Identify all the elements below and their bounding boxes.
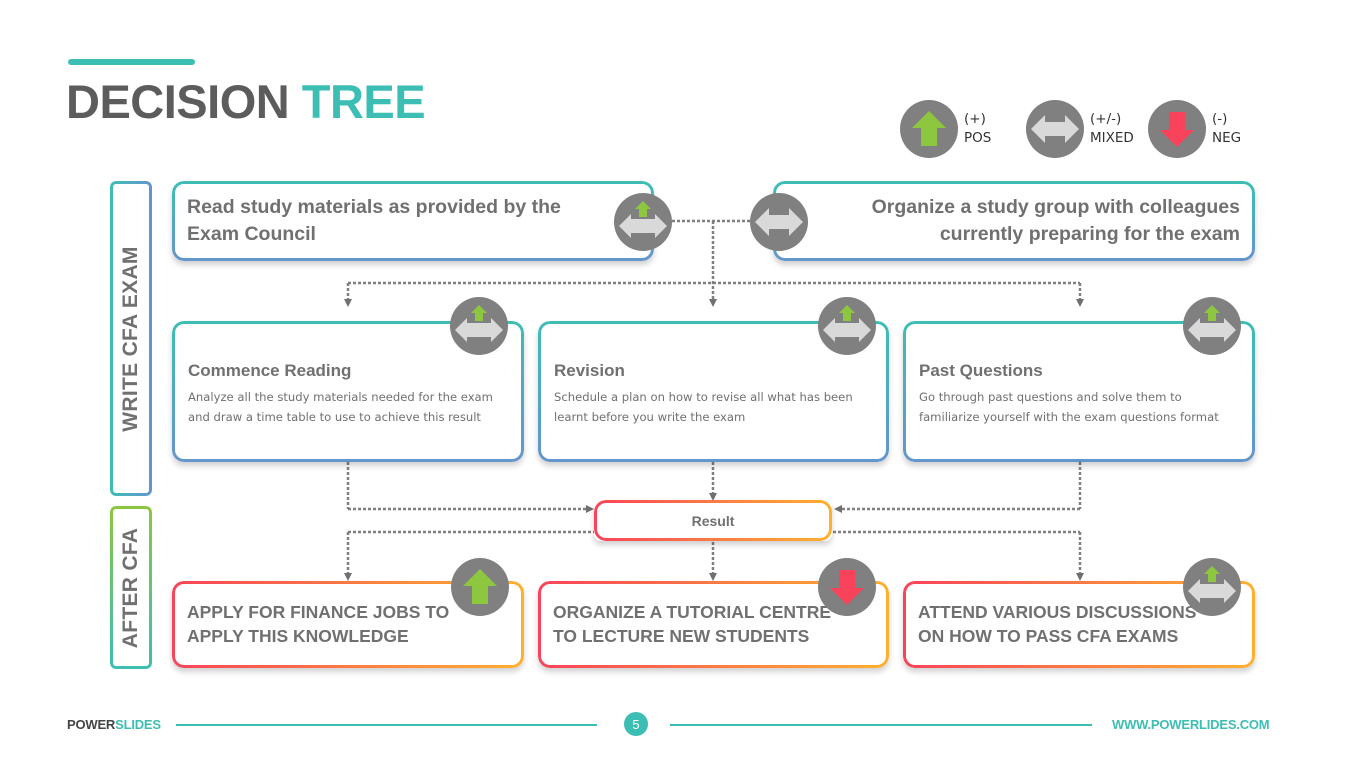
- title-accent-bar: [68, 59, 195, 65]
- legend-label: POS: [964, 130, 992, 146]
- brand-part-1: POWER: [67, 717, 116, 732]
- legend-label: MIXED: [1090, 130, 1134, 146]
- outcome-text-line: APPLY THIS KNOWLEDGE: [187, 626, 409, 646]
- step-title: Revision: [554, 361, 625, 380]
- footer-divider-right: [670, 724, 1092, 726]
- legend-item-mixed: (+/-) MIXED: [1026, 100, 1148, 158]
- arrow-up-icon: [900, 100, 958, 158]
- footer-url-link[interactable]: WWW.POWERLIDES.COM: [1112, 717, 1270, 732]
- section-label-write-cfa-exam: WRITE CFA EXAM: [110, 181, 152, 496]
- step-title: Past Questions: [919, 361, 1043, 380]
- step-description: Go through past questions and solve them…: [919, 390, 1219, 424]
- mixed-positive-rating-icon: [1183, 558, 1241, 616]
- brand-part-2: SLIDES: [115, 717, 161, 732]
- mixed-positive-rating-icon: [450, 297, 508, 355]
- option-text-line: Exam Council: [187, 223, 316, 245]
- positive-rating-icon: [451, 558, 509, 616]
- option-text-line: currently preparing for the exam: [939, 223, 1240, 245]
- mixed-rating-icon: [750, 193, 808, 251]
- title-part-1: DECISION: [66, 75, 290, 128]
- section-label-after-cfa: AFTER CFA: [110, 506, 152, 669]
- top-option-read-materials[interactable]: Read study materials as provided by the …: [172, 181, 654, 261]
- negative-rating-icon: [818, 558, 876, 616]
- page-number: 5: [624, 712, 648, 736]
- footer-divider-left: [176, 724, 597, 726]
- section-label-text: AFTER CFA: [119, 527, 142, 648]
- step-description: Schedule a plan on how to revise all wha…: [554, 390, 853, 424]
- outcome-text-line: ATTEND VARIOUS DISCUSSIONS: [918, 602, 1197, 622]
- option-text-line: Read study materials as provided by the: [187, 196, 561, 218]
- arrow-left-right-icon: [1026, 100, 1084, 158]
- legend-item-positive: (+) POS: [900, 100, 1022, 158]
- outcome-text-line: ON HOW TO PASS CFA EXAMS: [918, 626, 1179, 646]
- mixed-positive-rating-icon: [818, 297, 876, 355]
- mixed-positive-rating-icon: [614, 193, 672, 251]
- mixed-positive-rating-icon: [1183, 297, 1241, 355]
- page-title: DECISION TREE: [66, 75, 426, 128]
- legend-symbol: (+/-): [1090, 111, 1122, 127]
- legend-item-negative: (-) NEG: [1148, 100, 1270, 158]
- legend-symbol: (+): [964, 111, 986, 127]
- title-part-2: TREE: [301, 75, 426, 128]
- legend: (+) POS (+/-) MIXED (-) NEG: [900, 100, 1270, 158]
- footer-brand: POWERSLIDES: [67, 717, 161, 732]
- step-description: Analyze all the study materials needed f…: [188, 390, 493, 424]
- section-label-text: WRITE CFA EXAM: [119, 245, 142, 432]
- outcome-text-line: ORGANIZE A TUTORIAL CENTRE: [553, 602, 832, 622]
- top-option-study-group[interactable]: Organize a study group with colleagues c…: [773, 181, 1255, 261]
- outcome-text-line: APPLY FOR FINANCE JOBS TO: [187, 602, 450, 622]
- outcome-text-line: TO LECTURE NEW STUDENTS: [553, 626, 810, 646]
- arrow-down-icon: [1148, 100, 1206, 158]
- result-node[interactable]: Result: [594, 500, 832, 541]
- legend-label: NEG: [1212, 130, 1242, 146]
- option-text-line: Organize a study group with colleagues: [871, 196, 1240, 218]
- result-label: Result: [691, 512, 735, 529]
- legend-symbol: (-): [1212, 111, 1228, 127]
- step-title: Commence Reading: [188, 361, 352, 380]
